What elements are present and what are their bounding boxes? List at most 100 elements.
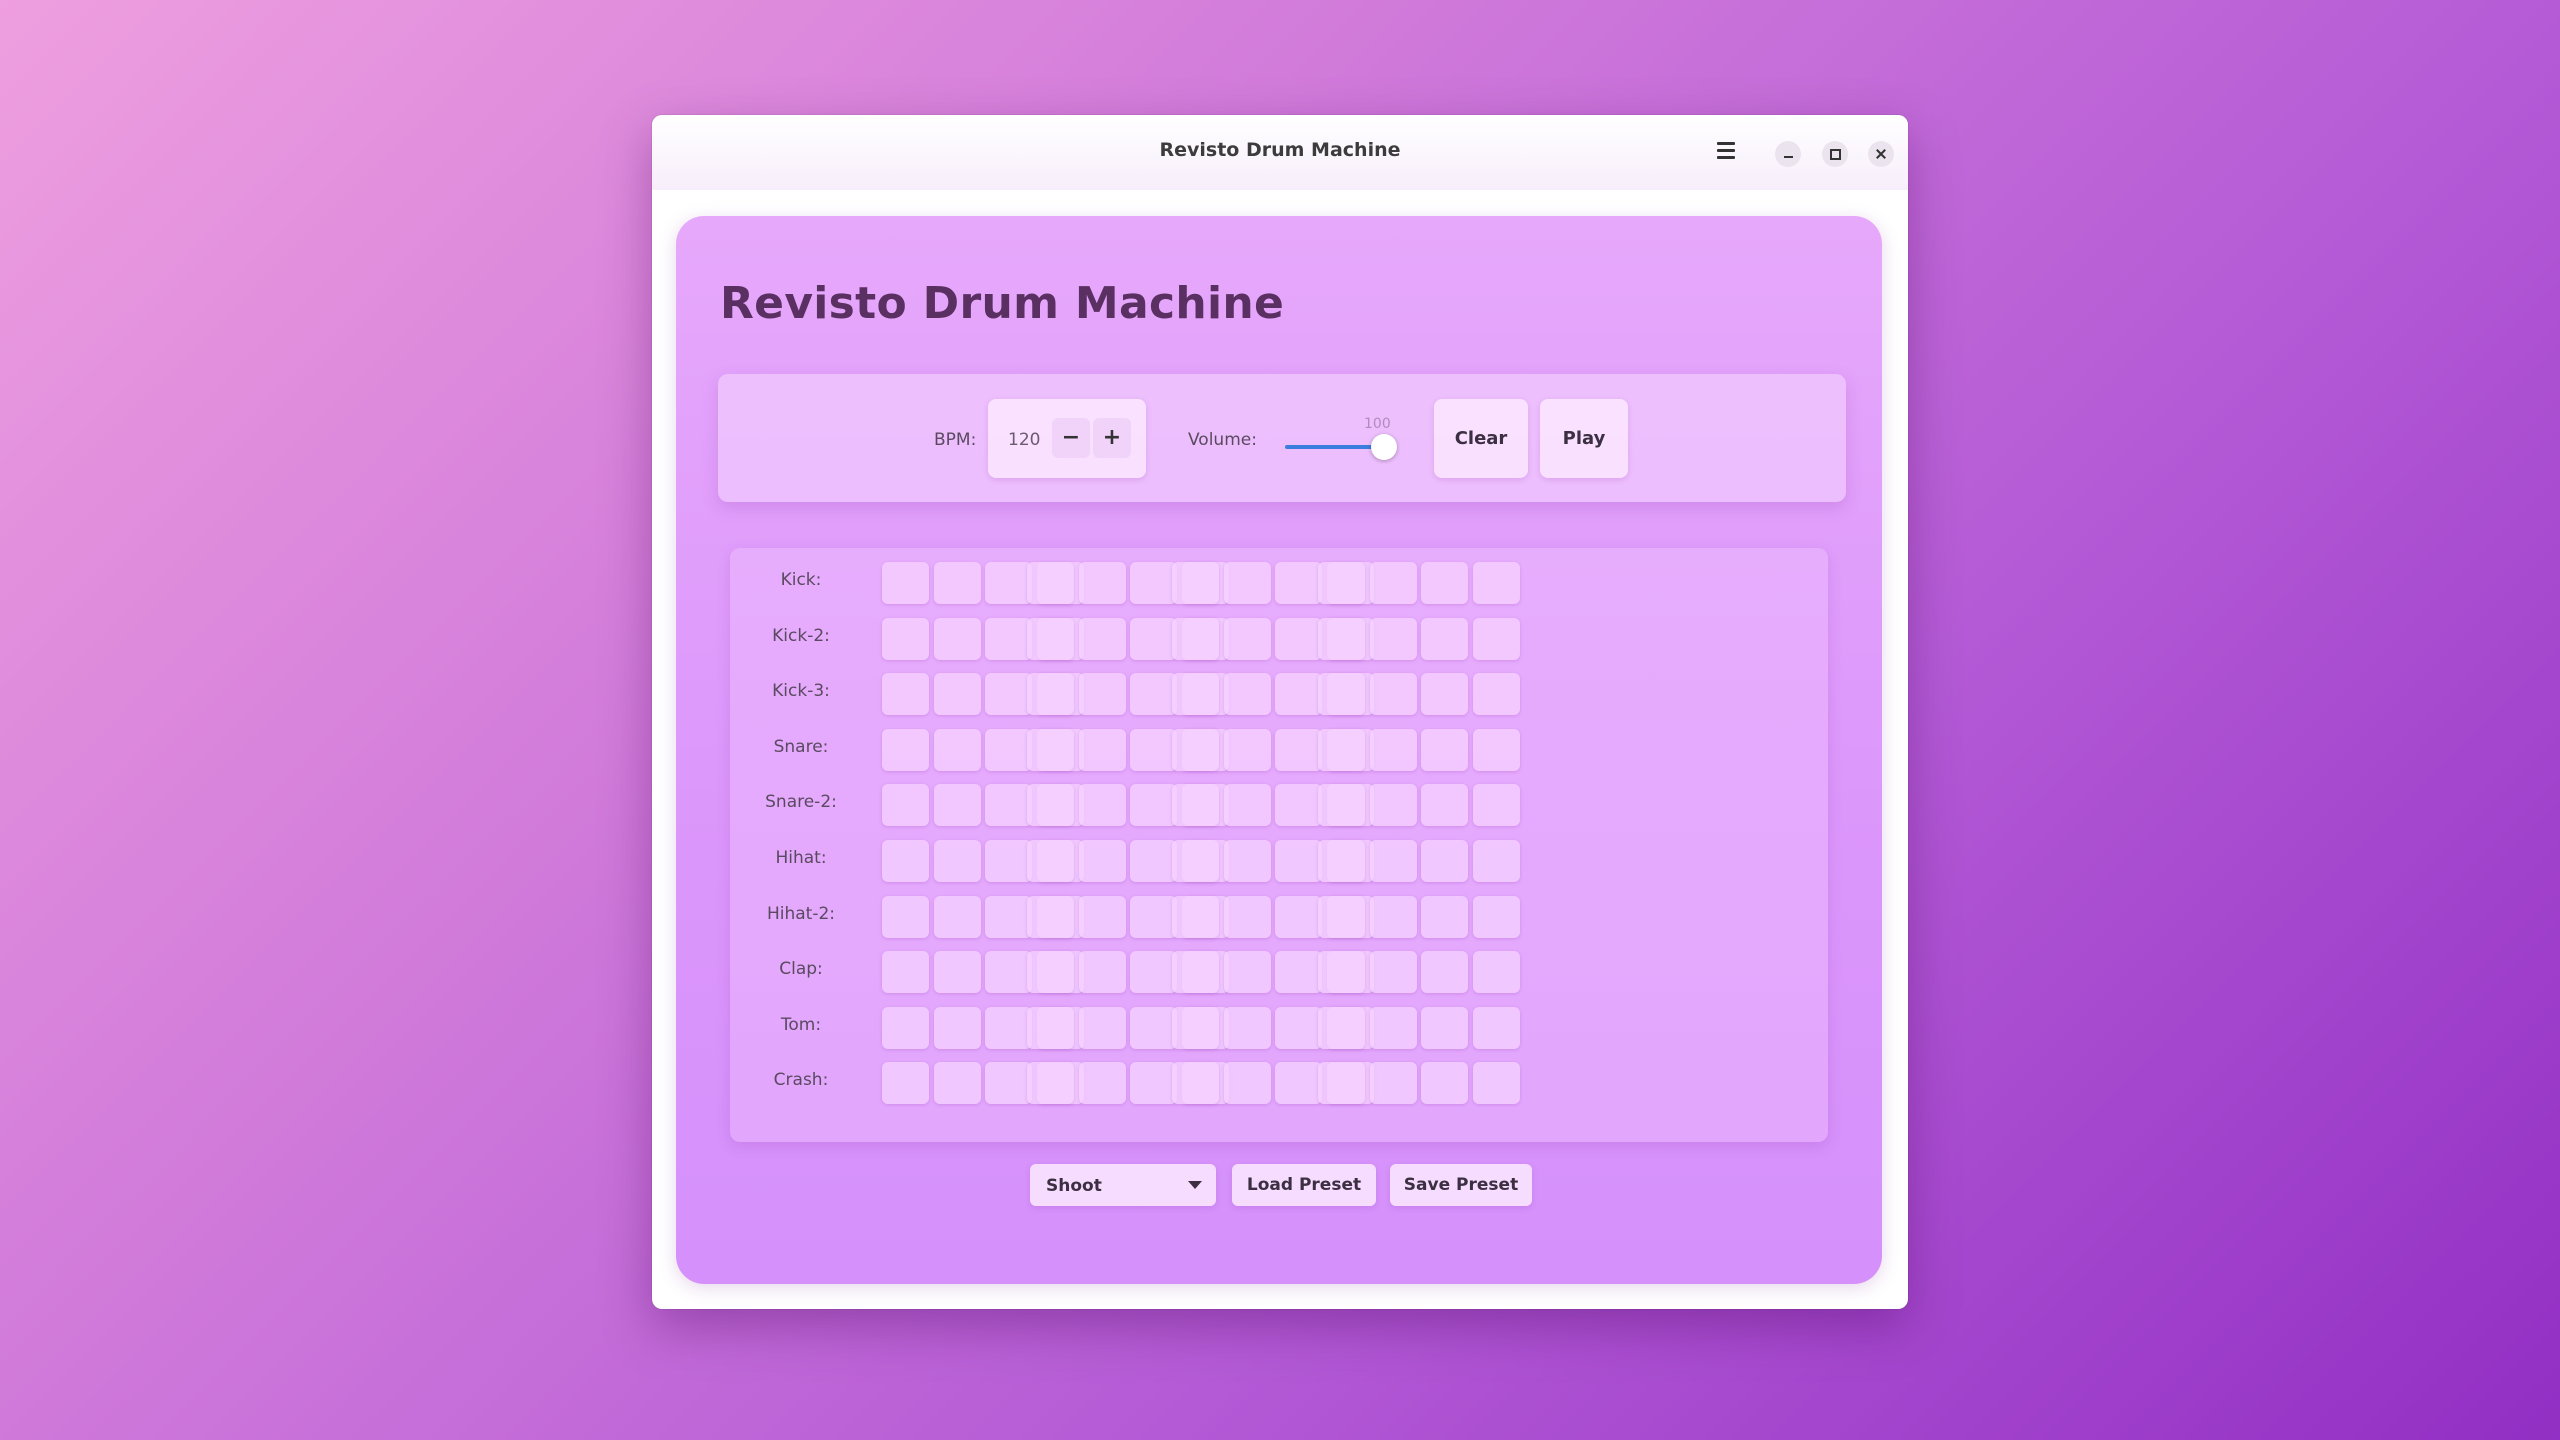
step-button[interactable] [882,562,929,604]
step-button[interactable] [1027,895,1074,938]
step-button[interactable] [933,728,981,771]
step-button[interactable] [1472,840,1520,882]
step-button[interactable] [1130,1062,1178,1105]
step-button[interactable] [1369,617,1417,660]
step-button[interactable] [882,1006,929,1049]
step-button[interactable] [1078,1062,1126,1105]
step-button[interactable] [1078,951,1126,994]
preset-dropdown[interactable]: Shoot [1030,1164,1216,1206]
step-button[interactable] [1275,617,1323,660]
step-button[interactable] [1172,673,1219,716]
step-button[interactable] [985,895,1033,938]
step-button[interactable] [1472,728,1520,771]
title-bar[interactable]: Revisto Drum Machine [652,115,1908,190]
step-button[interactable] [1421,673,1469,716]
step-button[interactable] [1130,728,1178,771]
step-button[interactable] [1078,673,1126,716]
step-button[interactable] [1078,562,1126,604]
step-button[interactable] [1223,1006,1271,1049]
step-button[interactable] [1318,728,1365,771]
step-button[interactable] [882,617,929,660]
step-button[interactable] [1130,895,1178,938]
close-button[interactable] [1868,141,1894,167]
step-button[interactable] [1078,895,1126,938]
step-button[interactable] [933,1062,981,1105]
step-button[interactable] [1472,673,1520,716]
step-button[interactable] [882,895,929,938]
step-button[interactable] [1369,673,1417,716]
step-button[interactable] [985,1006,1033,1049]
clear-button[interactable]: Clear [1434,399,1528,478]
step-button[interactable] [1275,840,1323,882]
step-button[interactable] [1130,617,1178,660]
step-button[interactable] [1130,673,1178,716]
step-button[interactable] [1472,1006,1520,1049]
step-button[interactable] [1130,784,1178,827]
play-button[interactable]: Play [1540,399,1628,478]
step-button[interactable] [985,1062,1033,1105]
step-button[interactable] [1223,951,1271,994]
step-button[interactable] [1472,895,1520,938]
step-button[interactable] [1078,840,1126,882]
step-button[interactable] [1223,1062,1271,1105]
step-button[interactable] [1421,951,1469,994]
step-button[interactable] [933,673,981,716]
step-button[interactable] [1078,728,1126,771]
step-button[interactable] [1275,784,1323,827]
step-button[interactable] [1318,562,1365,604]
step-button[interactable] [933,951,981,994]
bpm-increment-button[interactable]: + [1093,418,1131,458]
step-button[interactable] [1421,562,1469,604]
step-button[interactable] [933,617,981,660]
step-button[interactable] [1472,1062,1520,1105]
step-button[interactable] [933,895,981,938]
step-button[interactable] [882,784,929,827]
step-button[interactable] [1172,840,1219,882]
step-button[interactable] [1275,1006,1323,1049]
step-button[interactable] [1130,951,1178,994]
step-button[interactable] [985,728,1033,771]
step-button[interactable] [882,673,929,716]
step-button[interactable] [1369,895,1417,938]
hamburger-menu-icon[interactable] [1716,142,1736,162]
step-button[interactable] [1318,617,1365,660]
step-button[interactable] [1130,1006,1178,1049]
step-button[interactable] [1275,728,1323,771]
step-button[interactable] [1027,617,1074,660]
step-button[interactable] [1172,1062,1219,1105]
step-button[interactable] [1027,784,1074,827]
step-button[interactable] [1369,784,1417,827]
step-button[interactable] [1223,673,1271,716]
step-button[interactable] [1472,784,1520,827]
step-button[interactable] [1027,951,1074,994]
step-button[interactable] [985,840,1033,882]
step-button[interactable] [1421,728,1469,771]
step-button[interactable] [985,673,1033,716]
minimize-button[interactable] [1775,141,1801,167]
step-button[interactable] [1275,562,1323,604]
step-button[interactable] [1172,895,1219,938]
step-button[interactable] [882,951,929,994]
step-button[interactable] [1223,784,1271,827]
step-button[interactable] [1172,728,1219,771]
bpm-decrement-button[interactable]: − [1052,418,1090,458]
volume-slider-handle[interactable] [1371,434,1397,460]
step-button[interactable] [1369,562,1417,604]
step-button[interactable] [1223,895,1271,938]
step-button[interactable] [1369,1062,1417,1105]
step-button[interactable] [1275,673,1323,716]
step-button[interactable] [1275,895,1323,938]
step-button[interactable] [1172,951,1219,994]
step-button[interactable] [985,617,1033,660]
step-button[interactable] [1027,728,1074,771]
step-button[interactable] [1421,784,1469,827]
load-preset-button[interactable]: Load Preset [1232,1164,1376,1206]
step-button[interactable] [1172,1006,1219,1049]
step-button[interactable] [1472,617,1520,660]
step-button[interactable] [933,840,981,882]
step-button[interactable] [1130,840,1178,882]
step-button[interactable] [1027,1006,1074,1049]
step-button[interactable] [1130,562,1178,604]
step-button[interactable] [1172,562,1219,604]
step-button[interactable] [1275,1062,1323,1105]
